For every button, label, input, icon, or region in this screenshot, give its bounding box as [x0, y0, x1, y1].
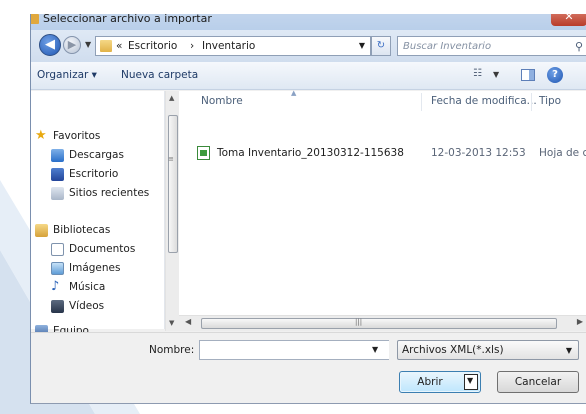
organize-button[interactable]: Organizar ▾	[37, 69, 97, 81]
dialog-title: Seleccionar archivo a importar	[43, 14, 212, 25]
view-options-icon[interactable]: ☷	[473, 68, 487, 80]
file-row[interactable]: Toma Inventario_20130312-115638 12-03-20…	[179, 144, 586, 164]
sidebar-item-favoritos[interactable]: ★ Favoritos	[31, 128, 151, 146]
breadcrumb-overflow[interactable]: «	[116, 40, 122, 52]
sidebar-item-documentos[interactable]: Documentos	[31, 241, 151, 259]
column-separator[interactable]	[421, 93, 422, 111]
breadcrumb-separator[interactable]: ›	[190, 40, 194, 52]
navigation-scrollbar[interactable]: ▲ ≡ ▼	[165, 91, 179, 331]
navigation-pane: ★ Favoritos Descargas Escritorio Sitios …	[31, 91, 165, 338]
open-button[interactable]: Abrir ▼	[399, 371, 481, 393]
address-row: ◀ ▶ ▼ « Escritorio › Inventario ▼ ↻ ⚲	[31, 30, 586, 62]
new-folder-button[interactable]: Nueva carpeta	[121, 69, 198, 81]
address-bar[interactable]: « Escritorio › Inventario ▼	[95, 36, 371, 56]
scrollbar-grip: |||	[355, 318, 363, 326]
file-type-value: Archivos XML(*.xls)	[402, 344, 504, 356]
command-bar: Organizar ▾ Nueva carpeta ☷ ▼ ?	[31, 62, 586, 90]
pictures-icon	[51, 262, 64, 275]
scrollbar-grip: ≡	[168, 155, 174, 163]
file-open-dialog: Seleccionar archivo a importar ✕ ◀ ▶ ▼ «…	[30, 14, 586, 404]
sidebar-item-musica[interactable]: ♪ Música	[31, 279, 151, 297]
help-icon[interactable]: ?	[547, 67, 563, 83]
file-date: 12-03-2013 12:53	[431, 147, 526, 159]
column-header-date[interactable]: Fecha de modifica...	[431, 95, 537, 119]
file-name: Toma Inventario_20130312-115638	[217, 147, 404, 159]
star-icon: ★	[35, 128, 47, 143]
open-button-label: Abrir	[417, 376, 443, 388]
search-input[interactable]	[403, 39, 563, 53]
recent-locations-dropdown[interactable]: ▼	[85, 40, 91, 49]
folder-icon	[100, 40, 112, 52]
preview-pane-icon[interactable]	[521, 69, 535, 81]
downloads-icon	[51, 149, 64, 162]
libraries-icon	[35, 224, 48, 237]
sidebar-item-descargas[interactable]: Descargas	[31, 147, 151, 165]
scrollbar-thumb[interactable]	[168, 115, 178, 253]
chevron-down-icon[interactable]: ▼	[493, 70, 499, 79]
chevron-down-icon[interactable]: ▼	[359, 41, 365, 50]
file-name-label: Nombre:	[149, 344, 195, 356]
videos-icon	[51, 300, 64, 313]
breadcrumb-inventario[interactable]: Inventario	[202, 40, 255, 52]
refresh-button[interactable]: ↻	[371, 36, 391, 56]
scroll-down-arrow[interactable]: ▼	[169, 319, 174, 327]
music-icon: ♪	[51, 279, 60, 294]
file-list: ▲ Nombre Fecha de modifica... Tipo Toma …	[179, 89, 586, 315]
horizontal-scrollbar[interactable]: ◀ ||| ▶	[179, 315, 586, 331]
sidebar-item-sitios-recientes[interactable]: Sitios recientes	[31, 185, 151, 203]
chevron-down-icon: ▼	[467, 376, 474, 385]
sort-arrow-icon: ▲	[291, 89, 297, 97]
breadcrumb-escritorio[interactable]: Escritorio	[128, 40, 177, 52]
scroll-left-arrow[interactable]: ◀	[185, 317, 191, 326]
back-button[interactable]: ◀	[39, 34, 61, 56]
search-box[interactable]: ⚲	[397, 36, 586, 56]
open-options-dropdown[interactable]: ▼	[464, 374, 478, 390]
scroll-right-arrow[interactable]: ▶	[577, 317, 583, 326]
file-type-select[interactable]: Archivos XML(*.xls) ▼	[397, 340, 579, 360]
file-name-input[interactable]	[199, 340, 389, 360]
folder-icon	[31, 14, 39, 24]
sidebar-item-bibliotecas[interactable]: Bibliotecas	[31, 222, 151, 240]
sidebar-item-videos[interactable]: Vídeos	[31, 298, 151, 316]
file-type: Hoja de c	[539, 147, 586, 159]
column-header-type[interactable]: Tipo	[539, 95, 561, 119]
close-button[interactable]: ✕	[551, 14, 586, 26]
chevron-down-icon[interactable]: ▼	[372, 345, 378, 354]
sidebar-item-imagenes[interactable]: Imágenes	[31, 260, 151, 278]
sidebar-item-escritorio[interactable]: Escritorio	[31, 166, 151, 184]
dialog-footer: Nombre: ▼ Archivos XML(*.xls) ▼ Abrir ▼ …	[31, 332, 586, 403]
scrollbar-thumb[interactable]	[201, 318, 557, 329]
recent-places-icon	[51, 187, 64, 200]
scroll-up-arrow[interactable]: ▲	[169, 94, 174, 102]
documents-icon	[51, 243, 64, 256]
chevron-down-icon[interactable]: ▼	[566, 346, 572, 355]
cancel-button[interactable]: Cancelar	[497, 371, 579, 393]
column-header-name[interactable]: ▲ Nombre	[201, 89, 296, 119]
desktop-icon	[51, 168, 64, 181]
search-icon[interactable]: ⚲	[575, 40, 583, 53]
title-bar[interactable]: Seleccionar archivo a importar ✕	[31, 14, 586, 30]
forward-button[interactable]: ▶	[63, 36, 81, 54]
column-separator[interactable]	[531, 93, 532, 111]
excel-file-icon	[197, 146, 210, 160]
